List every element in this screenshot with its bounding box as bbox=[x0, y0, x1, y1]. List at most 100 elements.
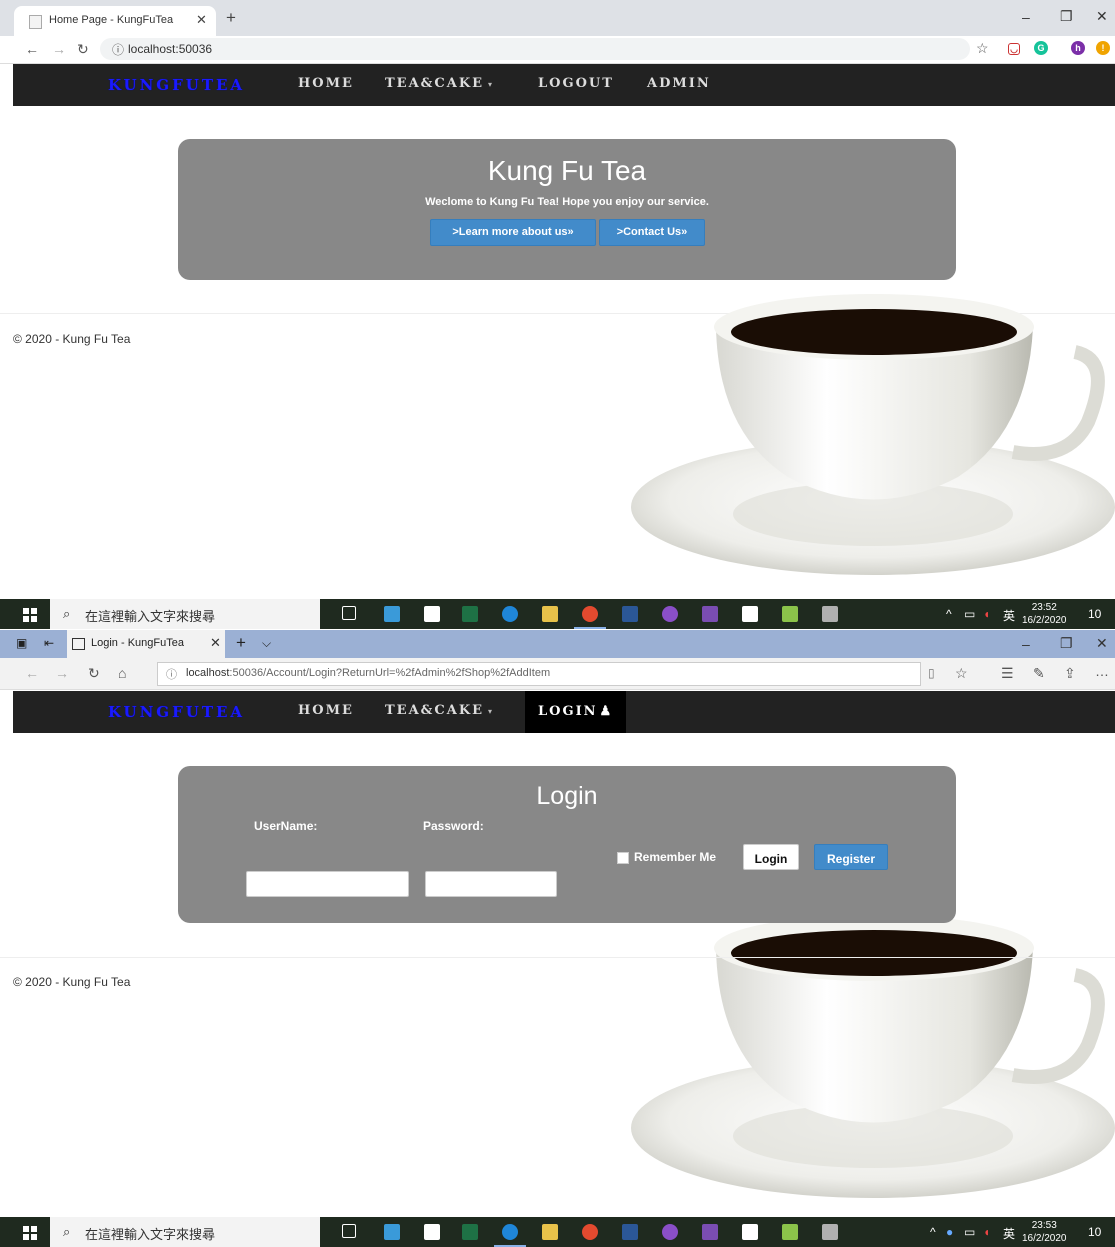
search-icon: ⌕ bbox=[63, 606, 71, 621]
github-desktop-icon[interactable] bbox=[662, 1224, 678, 1240]
volume-icon[interactable]: ◖ bbox=[983, 1225, 990, 1239]
windows-start-icon[interactable] bbox=[23, 608, 37, 622]
reload-icon[interactable]: ↻ bbox=[77, 41, 89, 58]
close-tab-icon[interactable]: ✕ bbox=[196, 12, 207, 28]
nav-admin-link[interactable]: ADMIN bbox=[647, 76, 711, 91]
nav-logout-link[interactable]: LOGOUT bbox=[538, 76, 614, 91]
tray-chevron-icon[interactable]: ^ bbox=[930, 1225, 936, 1239]
extension-grammarly-icon[interactable]: G bbox=[1034, 41, 1048, 55]
notification-count[interactable]: 10 bbox=[1088, 1225, 1101, 1239]
bookmark-star-icon[interactable]: ☆ bbox=[976, 40, 989, 57]
people-icon[interactable]: ● bbox=[946, 1225, 953, 1239]
taskbar-search[interactable]: ⌕ 在這裡輸入文字來搜尋 bbox=[50, 599, 320, 629]
favorites-hub-icon[interactable]: ☰ bbox=[1001, 665, 1014, 682]
network-icon[interactable]: ▭ bbox=[964, 607, 975, 621]
remember-me-checkbox[interactable] bbox=[617, 852, 629, 864]
new-tab-icon[interactable]: + bbox=[226, 8, 236, 28]
excel-icon[interactable] bbox=[462, 1224, 478, 1240]
brand-logo[interactable]: KUNGFUTEA bbox=[108, 703, 245, 721]
forward-icon[interactable]: → bbox=[55, 665, 69, 681]
file-explorer-icon[interactable] bbox=[542, 606, 558, 622]
clock-date: 16/2/2020 bbox=[1022, 615, 1067, 626]
address-bar[interactable]: ⓘ localhost:50036/Account/Login?ReturnUr… bbox=[157, 662, 935, 686]
close-window-icon[interactable]: ✕ bbox=[1096, 8, 1108, 25]
restore-icon[interactable]: ❐ bbox=[1060, 8, 1073, 25]
nav-login-link[interactable]: LOGIN ♟ bbox=[525, 691, 627, 733]
remember-me-label[interactable]: Remember Me bbox=[634, 850, 716, 864]
volume-icon[interactable]: ◖ bbox=[983, 607, 990, 621]
favorite-star-icon[interactable]: ☆ bbox=[955, 665, 968, 682]
notepad-icon[interactable] bbox=[782, 606, 798, 622]
info-icon[interactable]: ⓘ bbox=[166, 666, 177, 682]
network-icon[interactable]: ▭ bbox=[964, 1225, 975, 1239]
notification-count[interactable]: 10 bbox=[1088, 607, 1101, 621]
task-view-icon[interactable] bbox=[342, 606, 356, 620]
more-icon[interactable]: … bbox=[1095, 663, 1109, 679]
back-icon[interactable]: ← bbox=[25, 665, 39, 681]
home-icon[interactable]: ⌂ bbox=[118, 665, 126, 681]
close-tab-icon[interactable]: ✕ bbox=[210, 635, 221, 651]
word-icon[interactable] bbox=[622, 1224, 638, 1240]
brand-logo[interactable]: KUNGFUTEA bbox=[108, 76, 245, 94]
back-icon[interactable]: ← bbox=[25, 41, 39, 57]
pen-icon[interactable]: ✎ bbox=[1033, 665, 1045, 682]
share-icon[interactable]: ⇪ bbox=[1064, 665, 1076, 682]
taskbar-search[interactable]: ⌕ 在這裡輸入文字來搜尋 bbox=[50, 1217, 320, 1247]
login-button[interactable]: Login bbox=[743, 844, 799, 870]
restore-icon[interactable]: ❐ bbox=[1060, 635, 1073, 652]
chrome-icon[interactable] bbox=[582, 606, 598, 622]
tab-preview-chevron-icon[interactable]: ⌵ bbox=[262, 636, 271, 651]
excel-icon[interactable] bbox=[462, 606, 478, 622]
notepad-icon[interactable] bbox=[782, 1224, 798, 1240]
minimize-icon[interactable]: – bbox=[1022, 9, 1030, 25]
nav-home-link[interactable]: HOME bbox=[298, 76, 354, 91]
profile-avatar-icon[interactable]: h bbox=[1071, 41, 1085, 55]
new-tab-icon[interactable]: + bbox=[236, 633, 246, 653]
app-l-icon[interactable] bbox=[384, 1224, 400, 1240]
learn-more-button[interactable]: >Learn more about us» bbox=[430, 219, 596, 246]
username-input[interactable] bbox=[246, 871, 409, 897]
set-aside-tabs-icon[interactable]: ⇤ bbox=[44, 636, 54, 650]
photos-icon[interactable] bbox=[742, 1224, 758, 1240]
task-view-icon[interactable] bbox=[342, 1224, 356, 1238]
photos-icon[interactable] bbox=[742, 606, 758, 622]
reading-view-icon[interactable]: ▯ bbox=[928, 666, 935, 680]
store-icon[interactable] bbox=[424, 1224, 440, 1240]
forward-icon[interactable]: → bbox=[52, 41, 66, 57]
clock[interactable]: 23:53 16/2/2020 bbox=[1022, 1219, 1067, 1245]
contact-us-button[interactable]: >Contact Us» bbox=[599, 219, 705, 246]
chrome-icon[interactable] bbox=[582, 1224, 598, 1240]
ime-indicator[interactable]: 英 bbox=[1003, 607, 1015, 624]
password-input[interactable] bbox=[425, 871, 557, 897]
browser-tab-home[interactable]: Home Page - KungFuTea ✕ bbox=[14, 6, 216, 36]
browser-tab-login[interactable]: Login - KungFuTea ✕ bbox=[67, 630, 225, 658]
app-l-icon[interactable] bbox=[384, 606, 400, 622]
ime-indicator[interactable]: 英 bbox=[1003, 1225, 1015, 1242]
paint-icon[interactable] bbox=[822, 1224, 838, 1240]
minimize-icon[interactable]: – bbox=[1022, 636, 1030, 652]
tab-actions-icon[interactable]: ▣ bbox=[16, 636, 27, 650]
nav-teacake-dropdown[interactable]: TEA&CAKE ▾ bbox=[385, 76, 494, 91]
register-button[interactable]: Register bbox=[814, 844, 888, 870]
site-navbar: KUNGFUTEA HOME TEA&CAKE ▾ LOGOUT ADMIN bbox=[13, 64, 1115, 106]
extension-pocket-icon[interactable]: ◡ bbox=[1008, 43, 1020, 55]
refresh-icon[interactable]: ↻ bbox=[88, 665, 100, 682]
extension-alert-icon[interactable]: ! bbox=[1096, 41, 1110, 55]
address-bar[interactable]: ⓘ localhost:50036 bbox=[100, 38, 970, 60]
file-explorer-icon[interactable] bbox=[542, 1224, 558, 1240]
windows-start-icon[interactable] bbox=[23, 1226, 37, 1240]
nav-home-link[interactable]: HOME bbox=[298, 703, 354, 718]
store-icon[interactable] bbox=[424, 606, 440, 622]
info-icon[interactable]: ⓘ bbox=[112, 41, 124, 58]
tray-chevron-icon[interactable]: ^ bbox=[946, 607, 952, 621]
paint-icon[interactable] bbox=[822, 606, 838, 622]
visual-studio-icon[interactable] bbox=[702, 606, 718, 622]
nav-teacake-dropdown[interactable]: TEA&CAKE ▾ bbox=[385, 703, 494, 718]
github-desktop-icon[interactable] bbox=[662, 606, 678, 622]
edge-icon[interactable] bbox=[502, 606, 518, 622]
visual-studio-icon[interactable] bbox=[702, 1224, 718, 1240]
word-icon[interactable] bbox=[622, 606, 638, 622]
edge-icon[interactable] bbox=[502, 1224, 518, 1240]
close-window-icon[interactable]: ✕ bbox=[1096, 635, 1108, 652]
clock[interactable]: 23:52 16/2/2020 bbox=[1022, 601, 1067, 627]
